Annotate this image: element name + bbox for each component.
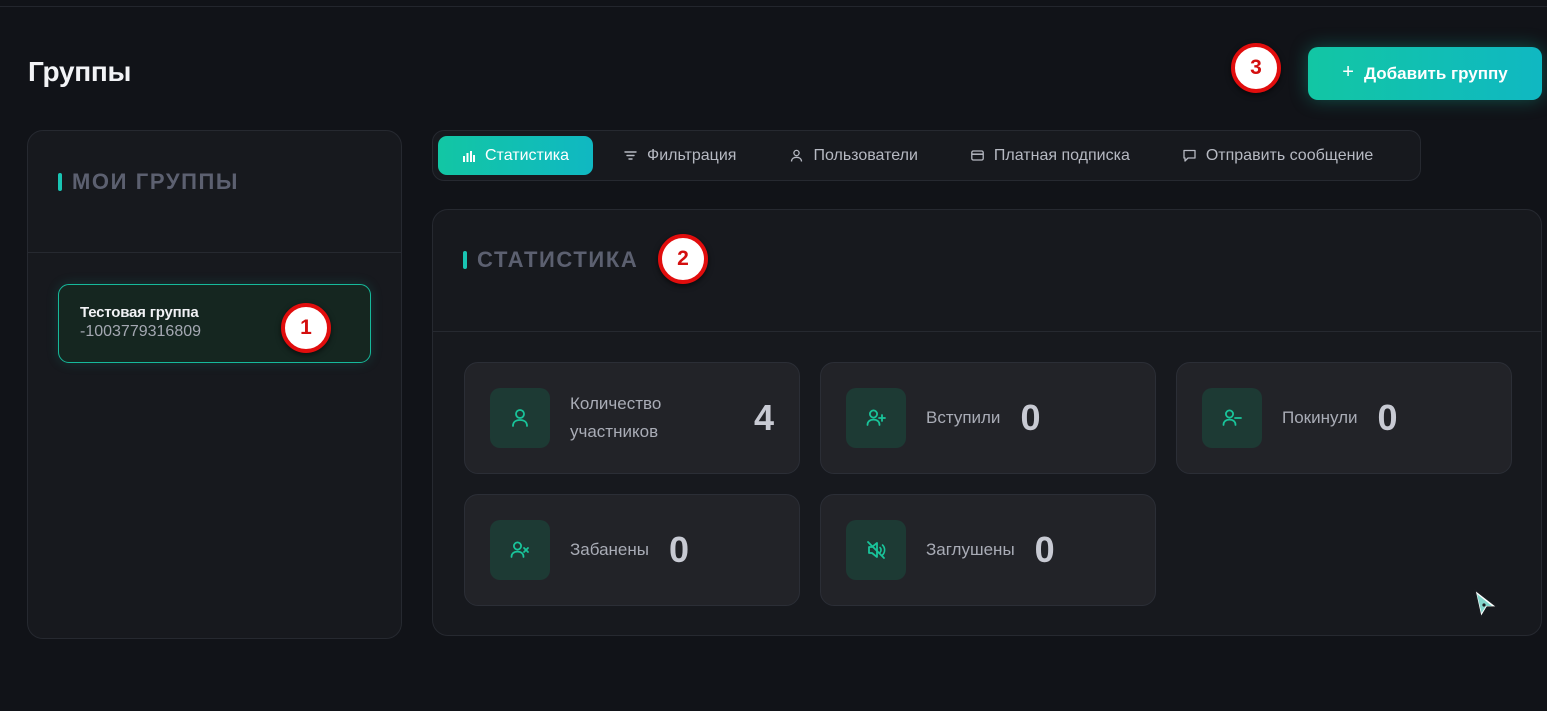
filter-icon: [624, 151, 637, 160]
stat-value: 0: [1034, 529, 1055, 570]
stat-card-members: Количество участников 4: [464, 362, 800, 474]
message-icon: [1183, 149, 1196, 162]
tab-label: Статистика: [485, 146, 570, 164]
bar-chart-icon: [463, 151, 475, 162]
tab-bar: Статистика Фильтрация Пользователи Платн…: [432, 130, 1421, 181]
stat-icon-box: [1202, 388, 1262, 448]
my-groups-sidebar: МОИ ГРУППЫ Тестовая группа -100377931680…: [27, 130, 402, 639]
tab-label: Пользователи: [813, 146, 918, 164]
stat-icon-box: [490, 520, 550, 580]
stat-label: Покинули: [1282, 408, 1358, 427]
add-group-label: Добавить группу: [1363, 63, 1508, 83]
add-group-button[interactable]: + Добавить группу: [1308, 47, 1542, 100]
stat-value: 0: [1020, 397, 1041, 438]
tab-users[interactable]: Пользователи: [744, 136, 925, 175]
mouse-cursor-icon: [1474, 589, 1498, 618]
tab-filtering[interactable]: Фильтрация: [593, 136, 744, 175]
sidebar-header: МОИ ГРУППЫ: [28, 131, 401, 253]
user-icon: [791, 149, 803, 162]
stat-icon-box: [846, 520, 906, 580]
tab-label: Фильтрация: [647, 146, 737, 164]
statistics-panel: СТАТИСТИКА Количество участников 4 Вступ…: [432, 209, 1542, 636]
stat-label: Вступили: [926, 408, 1001, 427]
credit-card-icon: [971, 150, 984, 161]
user-x-icon: [510, 541, 529, 558]
statistics-title-text: СТАТИСТИКА: [477, 247, 639, 272]
annotation-marker-1: 1: [281, 303, 331, 353]
stat-value: 0: [1377, 397, 1398, 438]
tab-send-message[interactable]: Отправить сообщение: [1138, 136, 1381, 175]
page-title: Группы: [28, 56, 132, 87]
stat-value: 0: [668, 529, 690, 570]
annotation-marker-2: 2: [658, 234, 708, 284]
sidebar-title-text: МОИ ГРУППЫ: [72, 169, 240, 194]
stat-card-left: Покинули 0: [1176, 362, 1512, 474]
plus-icon: +: [1342, 60, 1354, 83]
user-icon: [512, 409, 528, 427]
stat-card-muted: Заглушены 0: [820, 494, 1156, 606]
title-accent-bar: [463, 251, 467, 269]
tab-paid-subscription[interactable]: Платная подписка: [926, 136, 1138, 175]
tab-statistics[interactable]: Статистика: [438, 136, 594, 175]
stat-icon-box: [490, 388, 550, 448]
title-accent-bar: [58, 173, 62, 191]
stat-card-joined: Вступили 0: [820, 362, 1156, 474]
tab-label: Отправить сообщение: [1205, 146, 1374, 164]
stat-label: Количество участников: [570, 394, 662, 441]
sidebar-title: МОИ ГРУППЫ: [58, 169, 239, 195]
stat-value: 4: [753, 397, 774, 438]
stat-label: Забанены: [570, 540, 649, 559]
stat-label: Заглушены: [926, 540, 1015, 559]
tab-label: Платная подписка: [993, 146, 1130, 164]
stat-icon-box: [846, 388, 906, 448]
volume-mute-icon: [867, 541, 886, 559]
user-minus-icon: [1222, 409, 1242, 426]
panel-header: СТАТИСТИКА: [433, 210, 1541, 332]
top-divider: [0, 6, 1547, 7]
stat-card-banned: Забанены 0: [464, 494, 800, 606]
statistics-title: СТАТИСТИКА: [463, 247, 638, 273]
annotation-marker-3: 3: [1231, 43, 1281, 93]
user-plus-icon: [866, 409, 886, 426]
